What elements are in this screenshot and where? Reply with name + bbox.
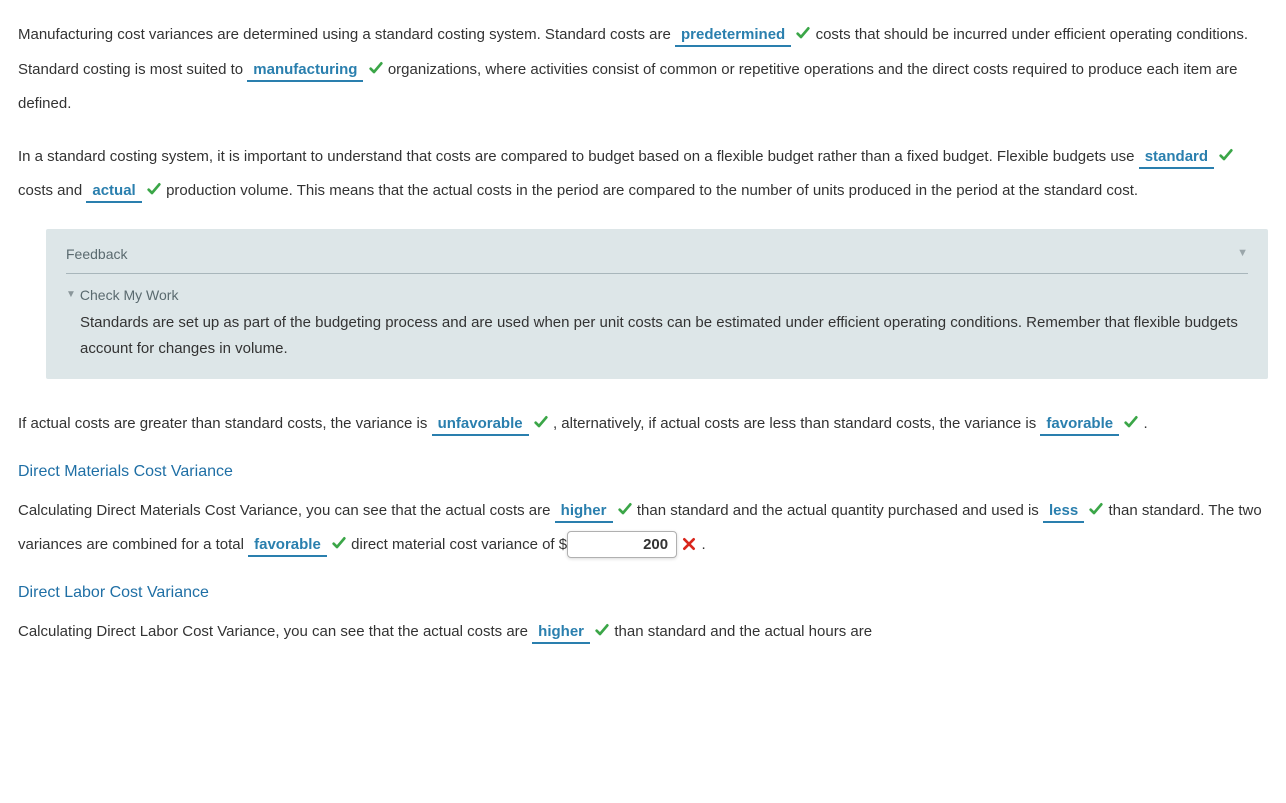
text: If actual costs are greater than standar… xyxy=(18,415,432,432)
answer-unfavorable[interactable]: unfavorable xyxy=(432,413,529,436)
check-icon xyxy=(1123,415,1139,432)
heading-direct-labor: Direct Labor Cost Variance xyxy=(18,581,1268,605)
text: . xyxy=(701,536,705,553)
text: than standard and the actual quantity pu… xyxy=(637,502,1043,519)
paragraph-4: Calculating Direct Materials Cost Varian… xyxy=(18,494,1268,563)
answer-favorable[interactable]: favorable xyxy=(1040,413,1119,436)
answer-favorable-2[interactable]: favorable xyxy=(248,534,327,557)
check-icon xyxy=(331,536,347,553)
check-icon xyxy=(594,623,610,640)
text: . xyxy=(1143,415,1147,432)
paragraph-3: If actual costs are greater than standar… xyxy=(18,407,1268,442)
answer-higher[interactable]: higher xyxy=(555,500,613,523)
check-icon xyxy=(533,415,549,432)
paragraph-2: In a standard costing system, it is impo… xyxy=(18,140,1268,209)
check-icon xyxy=(1218,148,1234,165)
answer-actual[interactable]: actual xyxy=(86,180,141,203)
check-icon xyxy=(146,182,162,199)
text: Calculating Direct Labor Cost Variance, … xyxy=(18,623,532,640)
feedback-body: Standards are set up as part of the budg… xyxy=(80,310,1248,361)
feedback-header[interactable]: Feedback ▼ xyxy=(66,243,1248,274)
feedback-title: Feedback xyxy=(66,243,127,265)
answer-less[interactable]: less xyxy=(1043,500,1084,523)
answer-manufacturing[interactable]: manufacturing xyxy=(247,59,363,82)
answer-standard[interactable]: standard xyxy=(1139,146,1214,169)
check-icon xyxy=(795,26,811,43)
text: than standard and the actual hours are xyxy=(614,623,872,640)
caret-down-icon[interactable]: ▼ xyxy=(1237,245,1248,263)
cross-icon xyxy=(681,536,697,553)
paragraph-1: Manufacturing cost variances are determi… xyxy=(18,18,1268,122)
caret-down-icon: ▼ xyxy=(66,287,76,303)
check-my-work-title: Check My Work xyxy=(80,284,179,306)
text: production volume. This means that the a… xyxy=(166,182,1138,199)
text: Calculating Direct Materials Cost Varian… xyxy=(18,502,555,519)
answer-predetermined[interactable]: predetermined xyxy=(675,24,791,47)
text: costs and xyxy=(18,182,86,199)
text: In a standard costing system, it is impo… xyxy=(18,148,1139,165)
feedback-panel: Feedback ▼ ▼ Check My Work Standards are… xyxy=(46,229,1268,380)
paragraph-5: Calculating Direct Labor Cost Variance, … xyxy=(18,615,1268,650)
answer-higher-2[interactable]: higher xyxy=(532,621,590,644)
check-my-work-header[interactable]: ▼ Check My Work xyxy=(66,284,1248,306)
variance-amount-input[interactable] xyxy=(567,531,677,558)
check-icon xyxy=(617,502,633,519)
text: direct material cost variance of $ xyxy=(351,536,567,553)
text: , alternatively, if actual costs are les… xyxy=(553,415,1040,432)
heading-direct-materials: Direct Materials Cost Variance xyxy=(18,460,1268,484)
check-icon xyxy=(1088,502,1104,519)
check-icon xyxy=(368,61,384,78)
text: Manufacturing cost variances are determi… xyxy=(18,26,675,43)
